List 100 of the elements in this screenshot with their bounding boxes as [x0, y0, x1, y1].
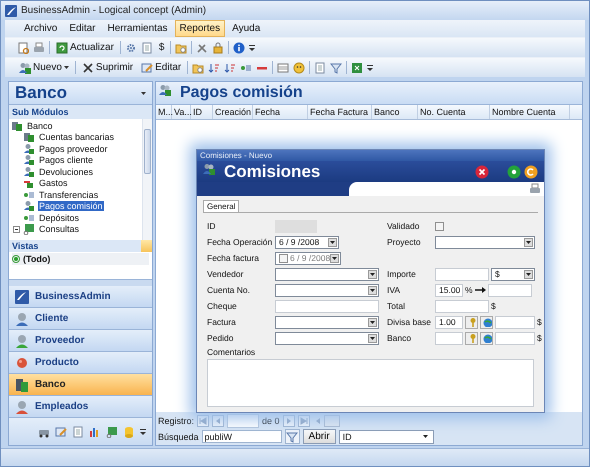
checklist-icon[interactable]: [55, 426, 67, 438]
input-field[interactable]: [488, 284, 532, 296]
tree-item[interactable]: Devoluciones: [38, 166, 94, 177]
bar-chart-icon[interactable]: [89, 426, 101, 438]
last-record-button[interactable]: [298, 414, 310, 426]
column-header[interactable]: Fecha Factura: [308, 105, 372, 119]
checkbox[interactable]: [279, 254, 288, 262]
tools-icon[interactable]: [196, 42, 208, 54]
date-field[interactable]: 6 / 9 /2008: [275, 252, 341, 264]
smiley-icon[interactable]: [293, 62, 306, 74]
menu-item[interactable]: Reportes: [174, 20, 226, 37]
spreadsheet-icon[interactable]: [351, 62, 364, 74]
menu-item[interactable]: Herramientas: [102, 20, 173, 37]
caret-icon[interactable]: [141, 92, 146, 94]
folder-icon[interactable]: [192, 62, 204, 74]
input-field[interactable]: 1.00: [435, 316, 463, 328]
nav-button[interactable]: Empleados: [9, 396, 152, 418]
tree-item[interactable]: Gastos: [38, 178, 69, 188]
dropdown-field[interactable]: [275, 268, 379, 280]
dot-icon[interactable]: [507, 164, 521, 178]
tree-item[interactable]: Depósitos: [38, 212, 80, 223]
nav-button[interactable]: Producto: [9, 352, 152, 374]
clipboard-icon[interactable]: [72, 426, 84, 438]
folder-icon[interactable]: [175, 42, 188, 54]
nav-button[interactable]: Proveedor: [9, 330, 152, 352]
menu-item[interactable]: Ayuda: [227, 20, 266, 37]
key-button[interactable]: [465, 332, 478, 344]
nav-button[interactable]: Banco: [9, 374, 152, 396]
gear-icon[interactable]: [124, 42, 137, 54]
column-header[interactable]: Banco: [372, 105, 418, 119]
filter-icon[interactable]: [330, 62, 342, 74]
column-header[interactable]: M...: [156, 105, 172, 119]
lock-icon[interactable]: [212, 42, 224, 54]
dropdown-field[interactable]: [435, 236, 535, 248]
grid-icon[interactable]: [277, 62, 290, 74]
refresh-button[interactable]: Actualizar: [54, 40, 116, 54]
column-header[interactable]: Fecha: [253, 105, 308, 119]
radio-button[interactable]: [12, 255, 20, 263]
edit-button[interactable]: Editar: [139, 60, 184, 74]
sort-icon[interactable]: [224, 62, 236, 74]
scrollbar[interactable]: [324, 414, 340, 426]
overflow-icon[interactable]: [367, 64, 374, 70]
tree-item[interactable]: Consultas: [38, 224, 80, 234]
printer-icon[interactable]: [33, 42, 45, 54]
input-field[interactable]: [495, 332, 535, 344]
dropdown-field[interactable]: [275, 316, 379, 328]
print-preview-icon[interactable]: [17, 42, 29, 54]
tree-item[interactable]: Pagos cliente: [38, 155, 94, 166]
report-icon[interactable]: [106, 426, 118, 438]
dropdown-field[interactable]: [275, 284, 379, 296]
filter-button[interactable]: [284, 429, 300, 444]
input-field[interactable]: [275, 300, 379, 312]
comments-field[interactable]: [207, 359, 534, 407]
tree-item[interactable]: Cuentas bancarias: [38, 132, 116, 142]
column-header[interactable]: Va...: [172, 105, 191, 119]
nav-button[interactable]: BusinessAdmin: [9, 286, 152, 308]
delete-button[interactable]: Suprimir: [80, 60, 136, 74]
nav-button[interactable]: Cliente: [9, 308, 152, 330]
next-record-button[interactable]: [282, 414, 295, 426]
close-icon[interactable]: [475, 164, 489, 178]
globe-button[interactable]: [480, 316, 493, 328]
previous-record-button[interactable]: [212, 414, 224, 426]
first-record-button[interactable]: [197, 414, 210, 426]
info-icon[interactable]: [233, 42, 246, 54]
checkbox[interactable]: [435, 222, 444, 230]
dropdown-field[interactable]: [275, 332, 379, 344]
collapse-icon[interactable]: [13, 226, 20, 233]
search-field[interactable]: publiW: [202, 430, 282, 443]
input-field[interactable]: [495, 316, 535, 328]
input-field[interactable]: [435, 268, 489, 280]
new-button[interactable]: Nuevo: [17, 60, 71, 74]
overflow-icon[interactable]: [249, 44, 256, 50]
database-icon[interactable]: [123, 426, 135, 438]
overflow-icon[interactable]: [140, 428, 146, 434]
globe-button[interactable]: [480, 332, 493, 344]
tree-item[interactable]: Pagos proveedor: [38, 144, 109, 154]
date-field[interactable]: 6 / 9 /2008: [275, 236, 339, 248]
key-button[interactable]: [465, 316, 478, 328]
menu-item[interactable]: Archivo: [19, 20, 62, 37]
column-header[interactable]: Nombre Cuenta: [490, 105, 570, 119]
record-field[interactable]: [227, 414, 260, 428]
tree-item[interactable]: Pagos comisión: [38, 201, 104, 212]
input-field[interactable]: [435, 300, 489, 312]
open-button[interactable]: Abrir: [302, 429, 336, 444]
search-column-dropdown[interactable]: ID: [338, 430, 434, 444]
view-item[interactable]: (Todo): [12, 253, 149, 265]
currency-dropdown[interactable]: $: [491, 268, 535, 280]
tab[interactable]: General: [203, 200, 240, 212]
search-field[interactable]: [349, 182, 544, 196]
column-header[interactable]: ID: [191, 105, 213, 119]
currency-button[interactable]: $: [156, 41, 166, 54]
printer-icon[interactable]: [529, 183, 541, 195]
column-header[interactable]: Creación: [213, 105, 253, 119]
document-icon[interactable]: [140, 42, 153, 54]
input-field[interactable]: [435, 332, 463, 344]
tree-item[interactable]: Banco: [26, 120, 54, 131]
menu-item[interactable]: Editar: [64, 20, 100, 37]
document-icon[interactable]: [314, 62, 326, 74]
column-header[interactable]: No. Cuenta: [418, 105, 490, 119]
tree-item[interactable]: Transferencias: [38, 190, 100, 200]
